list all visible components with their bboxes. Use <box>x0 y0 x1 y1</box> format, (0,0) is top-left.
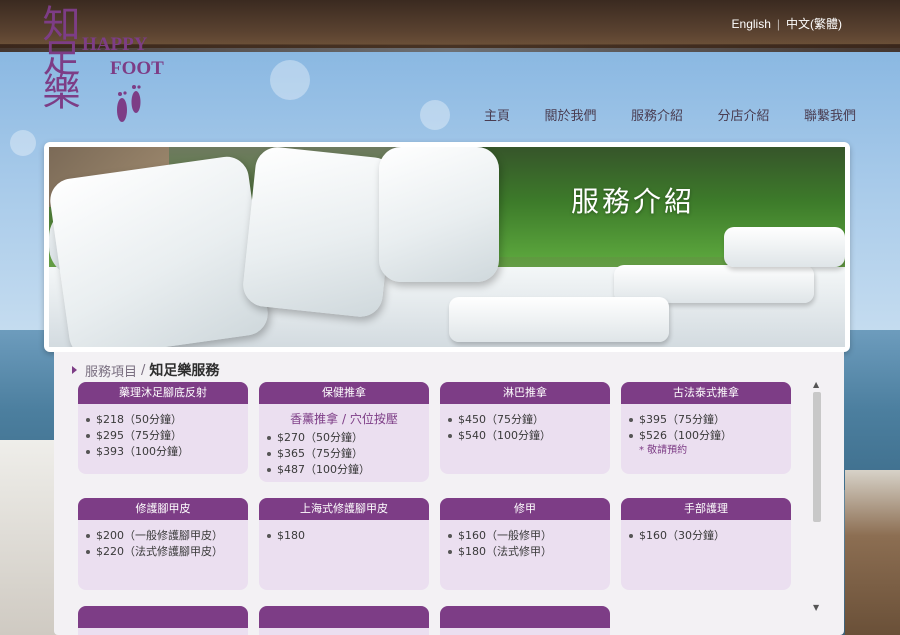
service-subtitle: 香薰推拿 / 穴位按壓 <box>290 412 398 426</box>
service-card: 保健推拿 香薰推拿 / 穴位按壓 $270（50分鐘） $365（75分鐘） $… <box>259 382 429 482</box>
nav-branches[interactable]: 分店介紹 <box>713 103 773 126</box>
nav-services[interactable]: 服務介紹 <box>627 103 687 126</box>
service-title-partial <box>78 606 248 628</box>
service-title: 手部護理 <box>621 498 791 520</box>
content-scrollbar[interactable]: ▲ ▼ <box>810 380 824 612</box>
service-title: 修護腳甲皮 <box>78 498 248 520</box>
scroll-down-icon[interactable]: ▼ <box>813 603 819 612</box>
service-price: $218（50分鐘） <box>82 412 248 428</box>
service-card: 淋巴推拿 $450（75分鐘） $540（100分鐘） <box>440 382 610 474</box>
lounge-left-background <box>0 440 60 635</box>
service-price: $270（50分鐘） <box>263 430 429 446</box>
banner-towel <box>724 227 845 267</box>
service-price: $450（75分鐘） <box>444 412 610 428</box>
logo-english-happy: HAPPY <box>82 34 148 55</box>
service-price: $487（100分鐘） <box>263 462 429 478</box>
logo-english-foot: FOOT <box>110 58 164 79</box>
service-title: 古法泰式推拿 <box>621 382 791 404</box>
banner-towel <box>449 297 669 342</box>
banner-pillow <box>241 147 397 319</box>
hero-banner: 服務介紹 <box>44 142 850 352</box>
footprint-icon <box>117 85 141 122</box>
breadcrumb-current: 知足樂服務 <box>149 363 220 379</box>
service-card: 上海式修護腳甲皮 $180 <box>259 498 429 590</box>
service-card: 修甲 $160（一般修甲） $180（法式修甲） <box>440 498 610 590</box>
service-title: 上海式修護腳甲皮 <box>259 498 429 520</box>
nav-contact[interactable]: 聯繫我們 <box>800 103 860 126</box>
banner-title: 服務介紹 <box>571 185 696 218</box>
scroll-up-icon[interactable]: ▲ <box>813 380 819 389</box>
service-price: $365（75分鐘） <box>263 446 429 462</box>
service-title: 藥理沐足腳底反射 <box>78 382 248 404</box>
service-card: 古法泰式推拿 $395（75分鐘） $526（100分鐘） * 敬請預約 <box>621 382 791 474</box>
breadcrumb-arrow-icon <box>72 366 77 374</box>
service-title: 淋巴推拿 <box>440 382 610 404</box>
banner-image: 服務介紹 <box>49 147 845 347</box>
language-switcher: English | 中文(繁體) <box>732 15 842 32</box>
scrollbar-thumb[interactable] <box>813 392 821 522</box>
service-card-partial <box>440 606 610 635</box>
content-panel: 服務項目 / 知足樂服務 藥理沐足腳底反射 $218（50分鐘） $295（75… <box>54 352 844 635</box>
service-card: 修護腳甲皮 $200（一般修護腳甲皮） $220（法式修護腳甲皮） <box>78 498 248 590</box>
service-title: 修甲 <box>440 498 610 520</box>
main-nav: 主頁 關於我們 服務介紹 分店介紹 聯繫我們 <box>480 103 860 126</box>
bokeh-light <box>420 100 450 130</box>
breadcrumb-separator: / <box>141 362 146 378</box>
service-price: $395（75分鐘） <box>625 412 791 428</box>
lang-separator: | <box>776 17 780 31</box>
lang-chinese-link[interactable]: 中文(繁體) <box>786 17 842 31</box>
site-logo[interactable]: 知足樂 HAPPY FOOT <box>36 4 164 132</box>
service-card-partial <box>78 606 248 635</box>
deck-right-background <box>845 470 900 635</box>
lang-english-link[interactable]: English <box>732 17 771 31</box>
service-price: $220（法式修護腳甲皮） <box>82 544 248 560</box>
bokeh-light <box>10 130 36 156</box>
service-card: 手部護理 $160（30分鐘） <box>621 498 791 590</box>
service-price: $180（法式修甲） <box>444 544 610 560</box>
service-title-partial <box>259 606 429 628</box>
banner-pillow <box>379 147 499 282</box>
bokeh-light <box>270 60 310 100</box>
service-card: 藥理沐足腳底反射 $218（50分鐘） $295（75分鐘） $393（100分… <box>78 382 248 474</box>
service-price: $526（100分鐘） <box>625 428 791 444</box>
services-grid: 藥理沐足腳底反射 $218（50分鐘） $295（75分鐘） $393（100分… <box>78 382 798 635</box>
service-price: $393（100分鐘） <box>82 444 248 460</box>
nav-about[interactable]: 關於我們 <box>540 103 600 126</box>
service-price: $200（一般修護腳甲皮） <box>82 528 248 544</box>
service-title-partial <box>440 606 610 628</box>
service-price: $160（30分鐘） <box>625 528 791 544</box>
banner-pillow <box>49 153 271 347</box>
service-price: $295（75分鐘） <box>82 428 248 444</box>
logo-chinese-text: 知足樂 <box>36 4 80 106</box>
breadcrumb: 服務項目 / 知足樂服務 <box>72 360 219 380</box>
nav-home[interactable]: 主頁 <box>480 103 514 126</box>
booking-note: * 敬請預約 <box>639 445 688 456</box>
service-card-partial <box>259 606 429 635</box>
service-title: 保健推拿 <box>259 382 429 404</box>
service-price: $180 <box>263 528 429 544</box>
service-price: $160（一般修甲） <box>444 528 610 544</box>
breadcrumb-section: 服務項目 <box>85 364 138 380</box>
service-price: $540（100分鐘） <box>444 428 610 444</box>
